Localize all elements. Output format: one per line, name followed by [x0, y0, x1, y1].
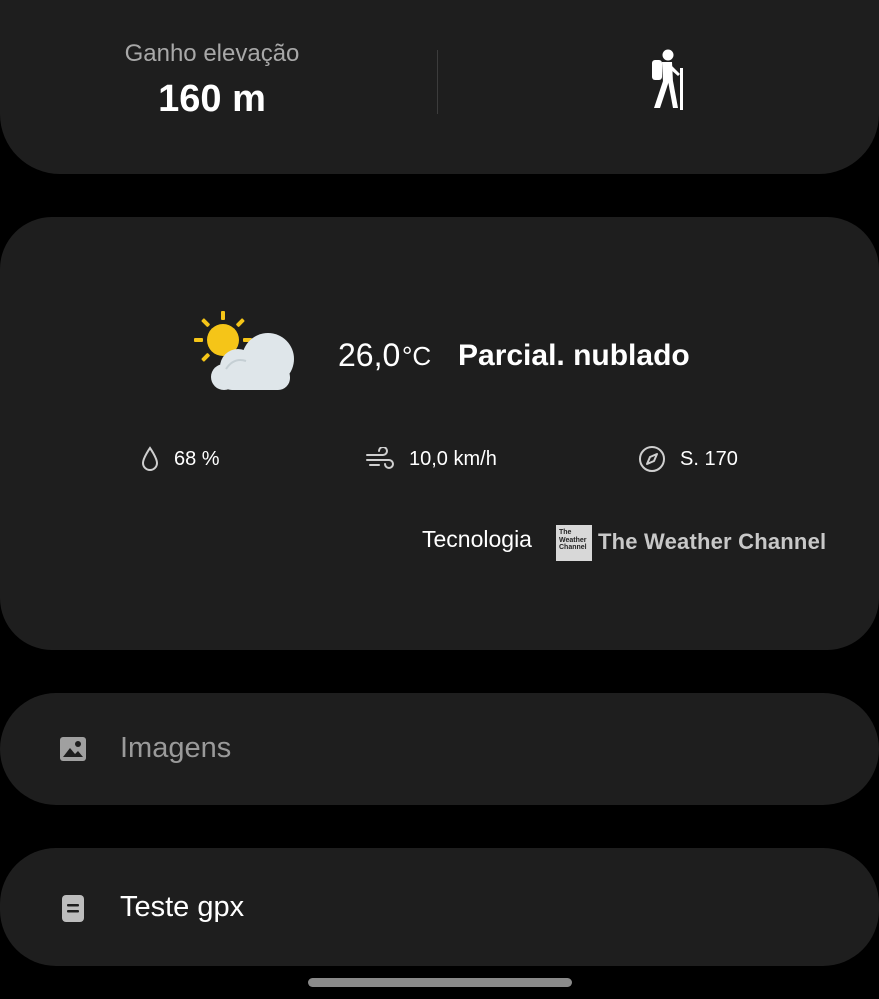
wind-direction-stat: S. 170 [638, 445, 738, 473]
document-icon [62, 895, 84, 922]
elevation-card: Ganho elevação 160 m [0, 0, 879, 174]
gpx-file-item[interactable]: Teste gpx [0, 848, 879, 966]
elevation-gain-label: Ganho elevação [124, 40, 300, 67]
weather-channel-logo: The Weather Channel [556, 525, 592, 561]
wind-speed-value: 10,0 km/h [409, 447, 497, 470]
image-icon [60, 737, 86, 761]
temperature-value: 26,0 [338, 337, 401, 373]
activity-details-screen: Ganho elevação 160 m 26,0 °C Parcial. nu… [0, 0, 879, 999]
weather-credit-label: Tecnologia [422, 526, 532, 552]
gpx-file-label: Teste gpx [120, 891, 245, 923]
temperature-unit: °C [402, 341, 432, 371]
compass-icon [639, 446, 665, 472]
images-item[interactable]: Imagens [0, 693, 879, 805]
weather-condition: Parcial. nublado [458, 339, 690, 372]
divider [437, 50, 438, 114]
hiker-icon [652, 49, 683, 110]
images-label: Imagens [120, 732, 232, 764]
drop-icon [141, 446, 159, 471]
wind-speed-stat: 10,0 km/h [365, 445, 497, 473]
weather-provider-name: The Weather Channel [598, 529, 827, 554]
humidity-value: 68 % [174, 447, 220, 470]
wind-direction-value: S. 170 [680, 447, 738, 470]
partly-cloudy-icon [194, 311, 294, 390]
humidity-stat: 68 % [140, 445, 220, 473]
weather-card: 26,0 °C Parcial. nublado 68 % 10,0 km/h [0, 217, 879, 650]
wind-icon [366, 447, 394, 469]
elevation-gain-value: 160 m [158, 78, 266, 120]
home-indicator[interactable] [308, 978, 572, 987]
